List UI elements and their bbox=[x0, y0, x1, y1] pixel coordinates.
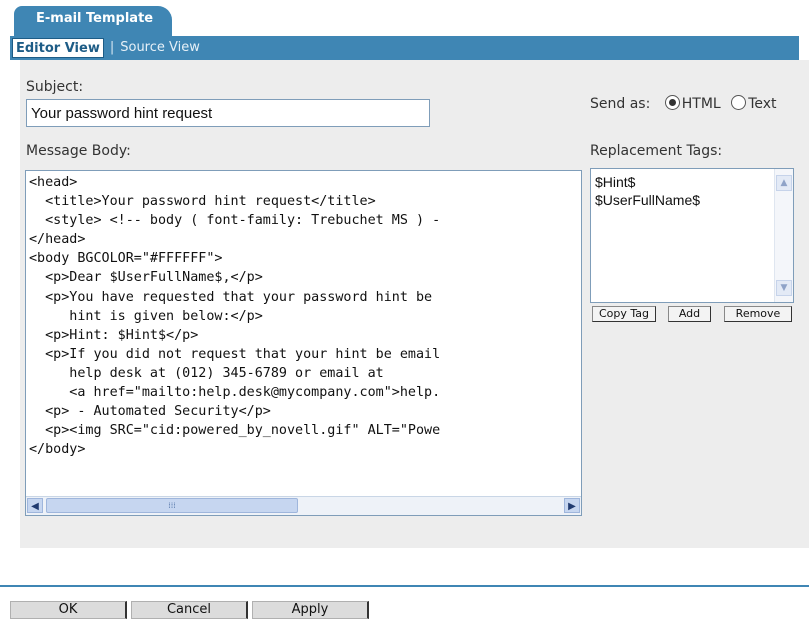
html-radio-label: HTML bbox=[681, 96, 721, 112]
cancel-button[interactable]: Cancel bbox=[131, 601, 248, 619]
editor-view-link[interactable]: Editor View bbox=[12, 38, 104, 58]
code-line: </head> bbox=[29, 232, 86, 248]
subject-input[interactable] bbox=[26, 99, 430, 127]
add-tag-button[interactable]: Add bbox=[668, 306, 711, 322]
code-line: hint is given below:</p> bbox=[29, 308, 263, 324]
code-line: <title>Your password hint request</title… bbox=[29, 194, 376, 210]
ok-button[interactable]: OK bbox=[10, 601, 127, 619]
arrow-up-icon[interactable]: ▲ bbox=[776, 175, 792, 191]
remove-tag-button[interactable]: Remove bbox=[724, 306, 792, 322]
code-line: <p>If you did not request that your hint… bbox=[29, 346, 441, 362]
footer-divider bbox=[0, 585, 809, 587]
arrow-right-icon[interactable]: ▶ bbox=[564, 498, 580, 513]
code-line: <style> <!-- body ( font-family: Trebuch… bbox=[29, 213, 441, 229]
view-separator: | bbox=[109, 40, 115, 55]
source-view-link[interactable]: Source View bbox=[120, 40, 200, 55]
message-body-editor[interactable]: <head> <title>Your password hint request… bbox=[25, 170, 582, 516]
code-line: <head> bbox=[29, 175, 78, 190]
code-line: help desk at (012) 345-6789 or email at bbox=[29, 365, 384, 381]
code-line: <p>Dear $UserFullName$,</p> bbox=[29, 270, 263, 286]
message-body-code: <head> <title>Your password hint request… bbox=[29, 173, 440, 459]
text-radio-label: Text bbox=[748, 96, 777, 112]
vertical-scrollbar[interactable]: ▲ ▼ bbox=[774, 169, 793, 302]
message-body-label: Message Body: bbox=[26, 143, 131, 159]
code-line: <p>Hint: $Hint$</p> bbox=[29, 327, 199, 343]
send-as-label: Send as: bbox=[590, 96, 651, 112]
tag-item[interactable]: $Hint$ bbox=[591, 173, 793, 191]
html-radio[interactable] bbox=[664, 95, 680, 110]
code-line: <p> - Automated Security</p> bbox=[29, 404, 271, 420]
code-line: <body BGCOLOR="#FFFFFF"> bbox=[29, 251, 223, 267]
code-line: <p>You have requested that your password… bbox=[29, 289, 433, 305]
horizontal-scrollbar[interactable]: ◀ ⁞⁞⁞ ▶ bbox=[26, 496, 581, 515]
replacement-tags-label: Replacement Tags: bbox=[590, 143, 723, 159]
apply-button[interactable]: Apply bbox=[252, 601, 369, 619]
subject-label: Subject: bbox=[26, 79, 84, 95]
arrow-down-icon[interactable]: ▼ bbox=[776, 280, 792, 296]
arrow-left-icon[interactable]: ◀ bbox=[27, 498, 43, 513]
code-line: <a href="mailto:help.desk@mycompany.com"… bbox=[29, 385, 441, 401]
scrollbar-thumb[interactable]: ⁞⁞⁞ bbox=[46, 498, 298, 513]
tab-email-template[interactable]: E-mail Template bbox=[14, 6, 172, 36]
code-line: </body> bbox=[29, 442, 86, 458]
send-as-group: Send as: HTML Text bbox=[590, 95, 777, 112]
copy-tag-button[interactable]: Copy Tag bbox=[592, 306, 656, 322]
text-radio[interactable] bbox=[731, 95, 747, 110]
view-switcher: Editor View | Source View bbox=[10, 36, 799, 60]
code-line: <p><img SRC="cid:powered_by_novell.gif" … bbox=[29, 423, 441, 439]
tag-item[interactable]: $UserFullName$ bbox=[591, 191, 793, 209]
replacement-tags-list[interactable]: $Hint$ $UserFullName$ ▲ ▼ bbox=[590, 168, 794, 303]
